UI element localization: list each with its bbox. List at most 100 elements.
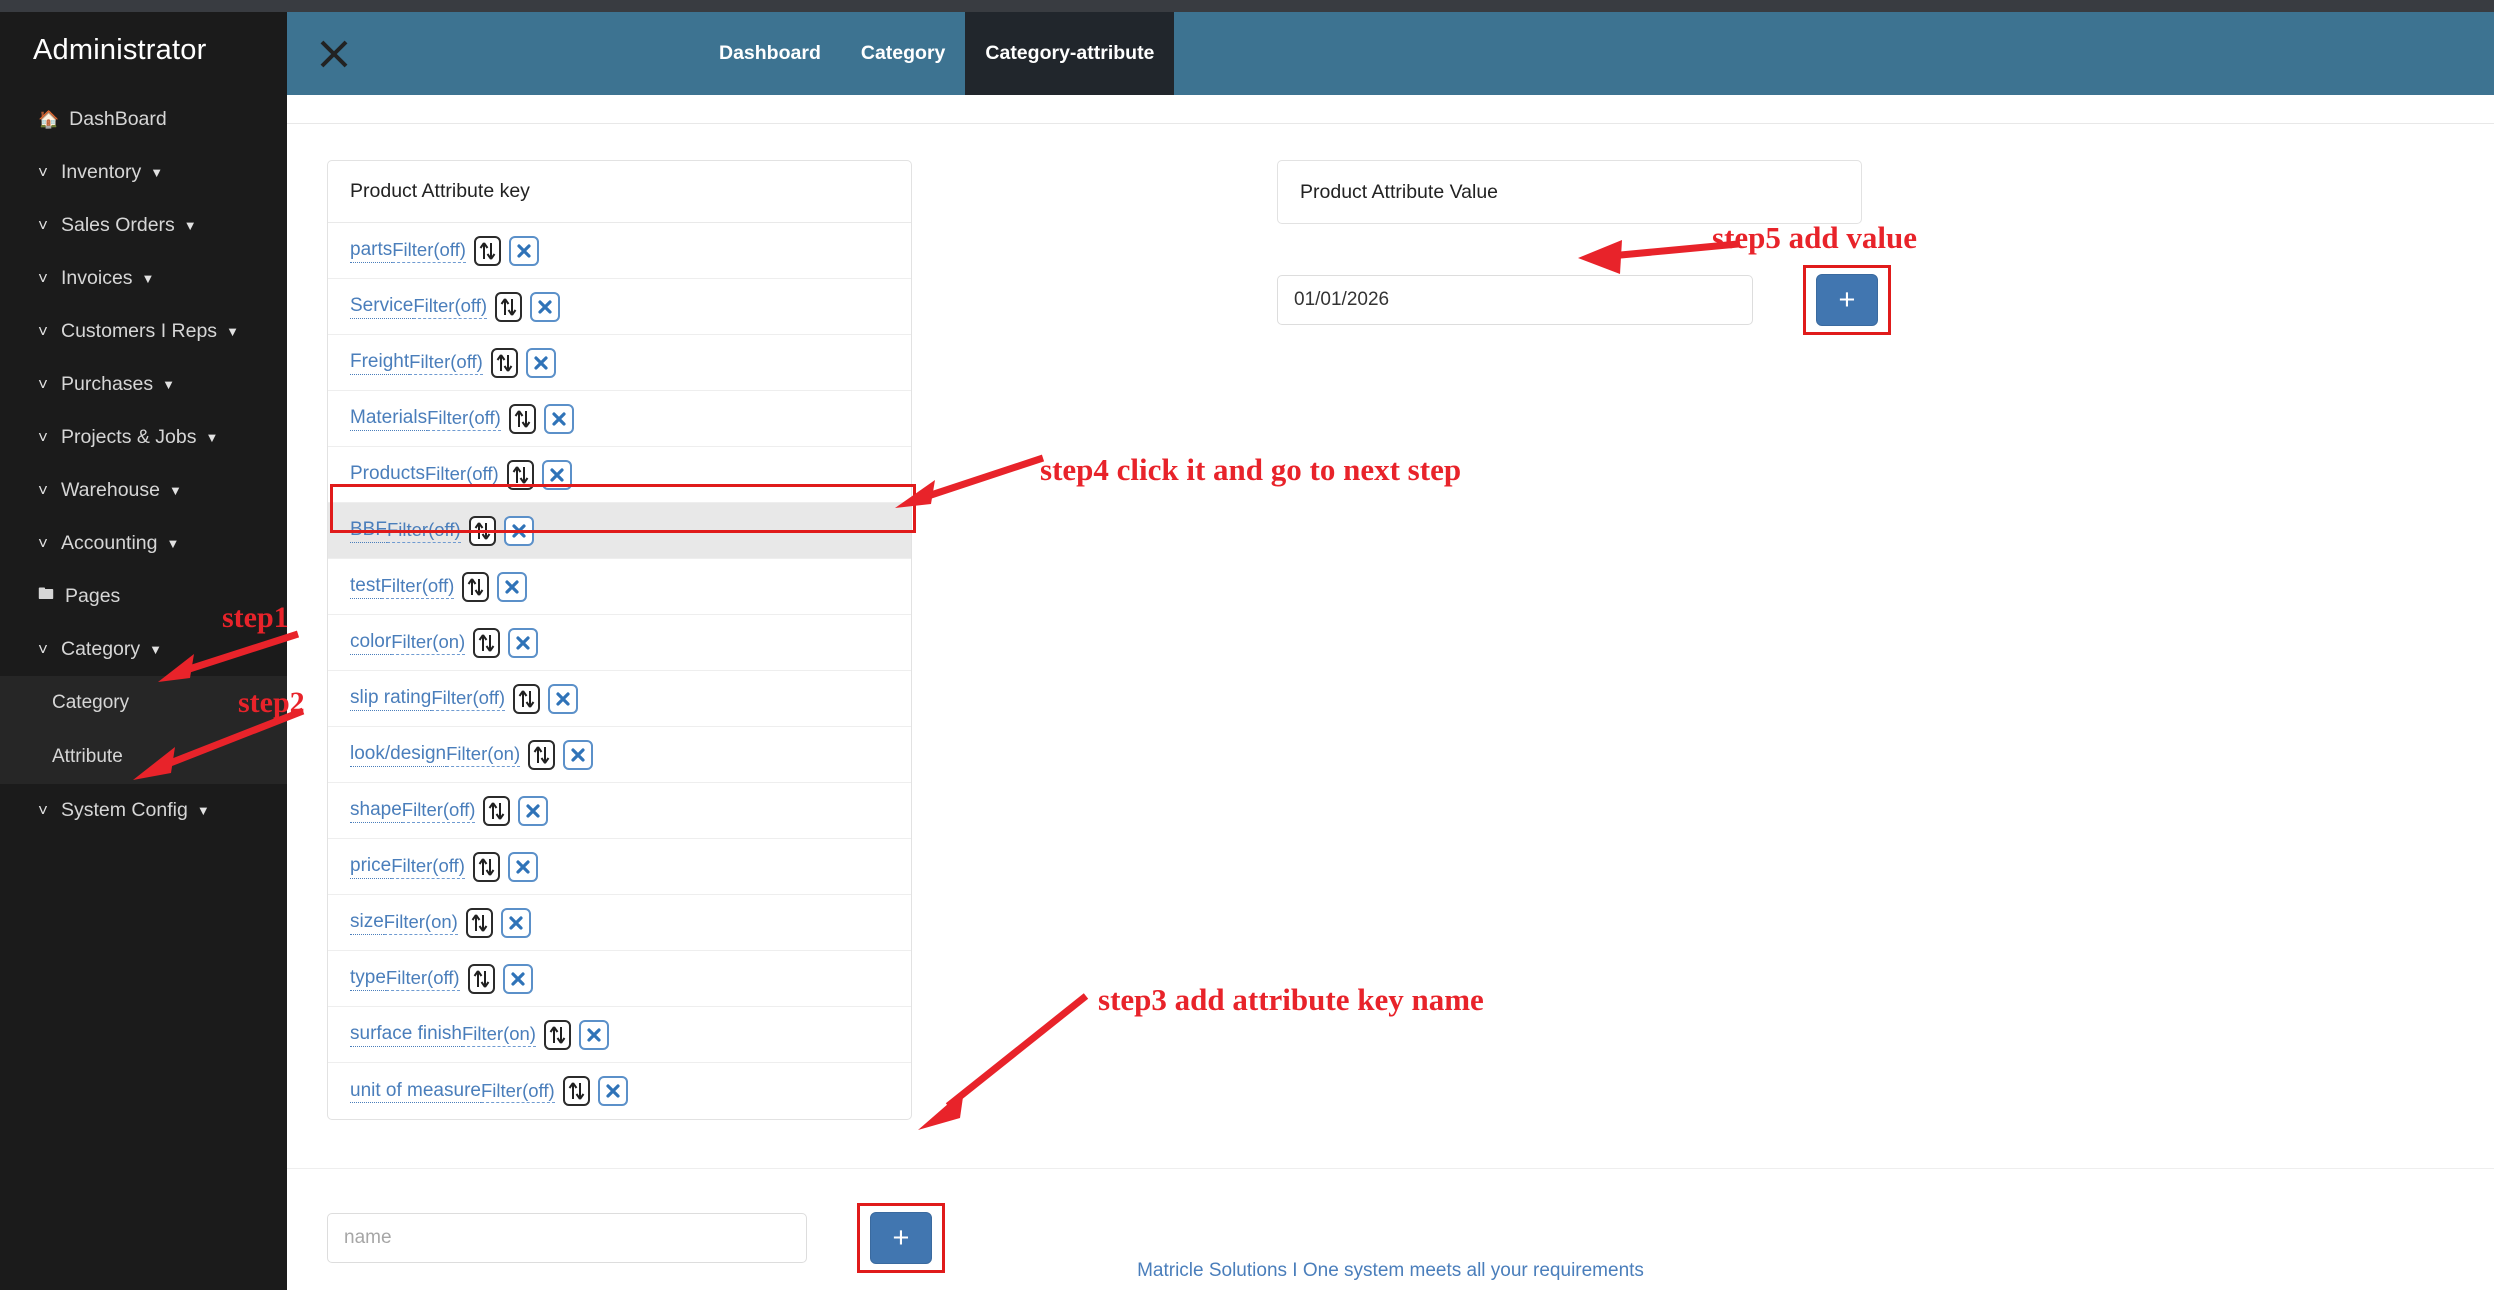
sort-updown-icon[interactable] bbox=[465, 907, 493, 938]
attribute-key-link[interactable]: slip rating bbox=[350, 686, 432, 711]
filter-toggle-link[interactable]: Filter(on) bbox=[461, 1022, 536, 1047]
filter-toggle-link[interactable]: Filter(off) bbox=[391, 854, 465, 879]
delete-row-button[interactable] bbox=[508, 235, 539, 266]
table-row[interactable]: Products Filter(off) bbox=[328, 447, 911, 503]
filter-toggle-link[interactable]: Filter(off) bbox=[380, 574, 455, 599]
sort-updown-icon[interactable] bbox=[543, 1019, 571, 1050]
attribute-key-link[interactable]: surface finish bbox=[350, 1022, 462, 1047]
attribute-key-link[interactable]: Freight bbox=[350, 350, 410, 375]
sort-updown-icon[interactable] bbox=[467, 963, 495, 994]
sidebar-item-projects-jobs[interactable]: ˅ Projects & Jobs ▼ bbox=[0, 411, 287, 464]
delete-row-button[interactable] bbox=[578, 1019, 609, 1050]
attribute-key-link[interactable]: test bbox=[350, 574, 381, 599]
footer-credit-link[interactable]: Matricle Solutions I One system meets al… bbox=[287, 1260, 2494, 1282]
table-row[interactable]: price Filter(off) bbox=[328, 839, 911, 895]
close-icon[interactable] bbox=[317, 37, 351, 71]
attribute-value-input[interactable] bbox=[1277, 275, 1753, 325]
attribute-key-link[interactable]: unit of measure bbox=[350, 1079, 481, 1104]
tab-dashboard[interactable]: Dashboard bbox=[699, 12, 841, 95]
delete-row-button[interactable] bbox=[597, 1076, 628, 1106]
delete-row-button[interactable] bbox=[500, 907, 531, 938]
sort-updown-icon[interactable] bbox=[490, 347, 518, 378]
attribute-key-link[interactable]: Materials bbox=[350, 406, 428, 431]
sort-updown-icon[interactable] bbox=[528, 739, 556, 770]
tab-category[interactable]: Category bbox=[841, 12, 966, 95]
attribute-key-link[interactable]: BBF bbox=[350, 518, 387, 543]
sort-updown-icon[interactable] bbox=[508, 403, 536, 434]
filter-toggle-link[interactable]: Filter(on) bbox=[446, 742, 521, 767]
table-row[interactable]: BBF Filter(off) bbox=[328, 503, 911, 559]
sort-updown-icon[interactable] bbox=[513, 683, 540, 714]
delete-row-button[interactable] bbox=[563, 739, 594, 770]
filter-toggle-link[interactable]: Filter(off) bbox=[413, 294, 488, 319]
delete-row-button[interactable] bbox=[543, 403, 574, 434]
attribute-key-link[interactable]: look/design bbox=[350, 742, 447, 767]
sidebar-item-invoices[interactable]: ˅ Invoices ▼ bbox=[0, 252, 287, 305]
sidebar-item-warehouse[interactable]: ˅ Warehouse ▼ bbox=[0, 464, 287, 517]
add-attribute-key-button[interactable]: + bbox=[870, 1212, 932, 1264]
table-row[interactable]: slip rating Filter(off) bbox=[328, 671, 911, 727]
attribute-key-link[interactable]: size bbox=[350, 910, 384, 935]
table-row[interactable]: test Filter(off) bbox=[328, 559, 911, 615]
attribute-key-link[interactable]: shape bbox=[350, 798, 402, 823]
sidebar-subitem-attribute[interactable]: Attribute bbox=[0, 730, 287, 784]
attribute-key-link[interactable]: color bbox=[350, 630, 392, 655]
attribute-key-link[interactable]: type bbox=[350, 966, 386, 991]
table-row[interactable]: parts Filter(off) bbox=[328, 223, 911, 279]
table-row[interactable]: surface finish Filter(on) bbox=[328, 1007, 911, 1063]
table-row[interactable]: unit of measure Filter(off) bbox=[328, 1063, 911, 1119]
delete-row-button[interactable] bbox=[525, 347, 556, 378]
table-row[interactable]: Materials Filter(off) bbox=[328, 391, 911, 447]
sort-updown-icon[interactable] bbox=[483, 795, 511, 826]
attribute-key-link[interactable]: parts bbox=[350, 238, 393, 263]
sidebar-item-sales-orders[interactable]: ˅ Sales Orders ▼ bbox=[0, 199, 287, 252]
filter-toggle-link[interactable]: Filter(off) bbox=[401, 798, 476, 823]
filter-toggle-link[interactable]: Filter(on) bbox=[391, 630, 466, 655]
filter-toggle-link[interactable]: Filter(off) bbox=[392, 238, 466, 263]
sidebar-item-purchases[interactable]: ˅ Purchases ▼ bbox=[0, 358, 287, 411]
table-row[interactable]: color Filter(on) bbox=[328, 615, 911, 671]
attribute-key-name-input[interactable] bbox=[327, 1213, 807, 1263]
sidebar-item-inventory[interactable]: ˅ Inventory ▼ bbox=[0, 146, 287, 199]
sidebar-item-system-config[interactable]: ˅ System Config ▼ bbox=[0, 784, 287, 837]
attribute-key-link[interactable]: Products bbox=[350, 462, 425, 487]
sidebar-item-dashboard[interactable]: 🏠 DashBoard bbox=[0, 93, 287, 146]
delete-row-button[interactable] bbox=[541, 459, 572, 490]
table-row[interactable]: type Filter(off) bbox=[328, 951, 911, 1007]
attribute-key-link[interactable]: price bbox=[350, 854, 392, 879]
delete-row-button[interactable] bbox=[507, 851, 538, 882]
add-attribute-value-button[interactable]: + bbox=[1816, 274, 1878, 326]
table-row[interactable]: size Filter(on) bbox=[328, 895, 911, 951]
sort-updown-icon[interactable] bbox=[473, 627, 501, 658]
delete-row-button[interactable] bbox=[497, 571, 528, 602]
table-row[interactable]: Freight Filter(off) bbox=[328, 335, 911, 391]
filter-toggle-link[interactable]: Filter(off) bbox=[431, 686, 505, 711]
attribute-key-link[interactable]: Service bbox=[350, 294, 414, 319]
filter-toggle-link[interactable]: Filter(off) bbox=[424, 462, 499, 487]
sort-updown-icon[interactable] bbox=[495, 291, 523, 322]
filter-toggle-link[interactable]: Filter(off) bbox=[480, 1079, 555, 1104]
table-row[interactable]: shape Filter(off) bbox=[328, 783, 911, 839]
sort-updown-icon[interactable] bbox=[472, 851, 500, 882]
delete-row-button[interactable] bbox=[530, 291, 561, 322]
table-row[interactable]: look/design Filter(on) bbox=[328, 727, 911, 783]
delete-row-button[interactable] bbox=[518, 795, 549, 826]
delete-row-button[interactable] bbox=[548, 683, 578, 714]
filter-toggle-link[interactable]: Filter(off) bbox=[427, 406, 501, 431]
delete-row-button[interactable] bbox=[502, 963, 533, 994]
filter-toggle-link[interactable]: Filter(off) bbox=[386, 518, 461, 543]
sidebar-item-accounting[interactable]: ˅ Accounting ▼ bbox=[0, 517, 287, 570]
delete-row-button[interactable] bbox=[503, 515, 534, 546]
tab-category-attribute[interactable]: Category-attribute bbox=[965, 12, 1175, 95]
sort-updown-icon[interactable] bbox=[506, 459, 534, 490]
filter-toggle-link[interactable]: Filter(off) bbox=[385, 966, 460, 991]
delete-row-button[interactable] bbox=[508, 627, 539, 658]
filter-toggle-link[interactable]: Filter(off) bbox=[409, 350, 483, 375]
sort-updown-icon[interactable] bbox=[468, 515, 496, 546]
sort-updown-icon[interactable] bbox=[562, 1076, 590, 1106]
sidebar-item-customers-reps[interactable]: ˅ Customers I Reps ▼ bbox=[0, 305, 287, 358]
sort-updown-icon[interactable] bbox=[473, 235, 501, 266]
table-row[interactable]: Service Filter(off) bbox=[328, 279, 911, 335]
filter-toggle-link[interactable]: Filter(on) bbox=[383, 910, 458, 935]
sort-updown-icon[interactable] bbox=[462, 571, 490, 602]
